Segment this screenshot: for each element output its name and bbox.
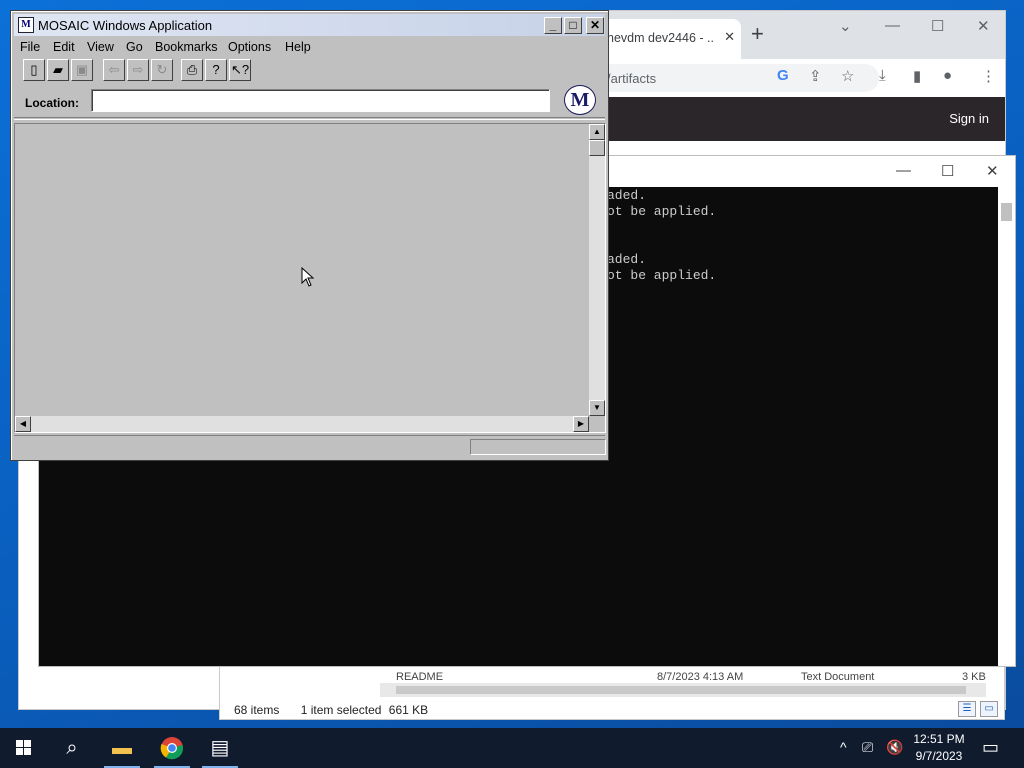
chevron-up-icon[interactable]: ^ xyxy=(840,739,847,755)
chevron-down-icon[interactable]: ⌄ xyxy=(839,17,852,35)
scroll-up-icon[interactable]: ▲ xyxy=(589,124,605,140)
close-icon[interactable]: ✕ xyxy=(724,29,735,45)
minimize-button[interactable]: _ xyxy=(544,17,562,34)
save-icon[interactable]: ▣ xyxy=(71,59,93,81)
console-app-icon[interactable]: ▤ xyxy=(196,728,244,768)
file-type: Text Document xyxy=(801,671,875,683)
maximize-button[interactable]: ☐ xyxy=(941,162,954,180)
date: 9/7/2023 xyxy=(915,749,963,763)
minimize-button[interactable]: — xyxy=(896,162,911,179)
help-icon[interactable]: ? xyxy=(205,59,227,81)
status-panel xyxy=(470,439,606,455)
menu-help[interactable]: Help xyxy=(285,40,311,54)
taskbar: ⌕ ▬ ▤ ^ ⎚ 🔇 12:51 PM 9/7/2023 ▭ xyxy=(0,728,1024,768)
file-date: 8/7/2023 4:13 AM xyxy=(657,671,744,683)
network-icon[interactable]: ⎚ xyxy=(862,739,873,756)
scroll-down-icon[interactable]: ▼ xyxy=(589,400,605,416)
maximize-button[interactable]: ☐ xyxy=(931,17,944,35)
minimize-button[interactable]: — xyxy=(885,17,900,34)
close-button[interactable]: ✕ xyxy=(586,17,604,34)
close-button[interactable]: ✕ xyxy=(977,17,990,35)
print-icon[interactable]: ⎙ xyxy=(181,59,203,81)
new-document-icon[interactable]: ▯ xyxy=(23,59,45,81)
star-icon[interactable]: ☆ xyxy=(841,67,854,85)
address-text: /artifacts xyxy=(607,71,657,86)
forward-arrow-icon[interactable]: ⇨ xyxy=(127,59,149,81)
scroll-thumb[interactable] xyxy=(396,686,966,694)
mosaic-window[interactable]: M MOSAIC Windows Application _ □ ✕ File … xyxy=(10,10,609,461)
window-title: MOSAIC Windows Application xyxy=(38,18,213,33)
menu-icon[interactable]: ⋮ xyxy=(981,67,996,85)
file-size: 3 KB xyxy=(962,671,986,683)
side-panel-icon[interactable]: ▮ xyxy=(913,67,921,85)
menu-options[interactable]: Options xyxy=(228,40,271,54)
menu-view[interactable]: View xyxy=(87,40,114,54)
chrome-tab-title: nevdm dev2446 - ... xyxy=(607,31,715,45)
scroll-thumb[interactable] xyxy=(589,140,605,156)
separator xyxy=(14,117,605,120)
close-button[interactable]: ✕ xyxy=(986,162,999,180)
chrome-tab[interactable]: nevdm dev2446 - ... ✕ xyxy=(599,19,741,59)
location-input[interactable] xyxy=(91,89,550,112)
explorer-window[interactable]: README 8/7/2023 4:13 AM Text Document 3 … xyxy=(219,660,1005,720)
file-name: README xyxy=(396,671,444,683)
vertical-scrollbar[interactable] xyxy=(998,187,1015,666)
reload-icon[interactable]: ↻ xyxy=(151,59,173,81)
menu-bar: File Edit View Go Bookmarks Options Help xyxy=(14,37,605,57)
mosaic-titlebar[interactable]: M MOSAIC Windows Application _ □ ✕ xyxy=(14,14,605,36)
address-bar[interactable]: /artifacts xyxy=(579,64,879,92)
download-icon[interactable]: ⤓ xyxy=(879,67,886,84)
large-icons-view-icon[interactable]: ▭ xyxy=(980,701,998,717)
status-bar xyxy=(14,435,606,457)
profile-icon[interactable]: ● xyxy=(943,67,952,84)
console-line: aded. xyxy=(607,252,647,267)
menu-go[interactable]: Go xyxy=(126,40,143,54)
clock[interactable]: 12:51 PM 9/7/2023 xyxy=(900,731,978,765)
toolbar: ▯ ▰ ▣ ⇦ ⇨ ↻ ⎙ ? ↖? xyxy=(14,58,605,84)
menu-bookmarks[interactable]: Bookmarks xyxy=(155,40,218,54)
menu-file[interactable]: File xyxy=(20,40,40,54)
time: 12:51 PM xyxy=(913,732,965,746)
new-tab-button[interactable]: + xyxy=(751,23,764,45)
desktop: nevdm dev2446 - ... ✕ + ⌄ — ☐ ✕ /artifac… xyxy=(0,0,1024,728)
mosaic-app-icon[interactable]: M xyxy=(18,17,34,33)
location-label: Location: xyxy=(25,96,79,110)
menu-edit[interactable]: Edit xyxy=(53,40,75,54)
scroll-left-icon[interactable]: ◀ xyxy=(15,416,31,432)
console-line: ot be applied. xyxy=(607,204,717,219)
google-icon[interactable]: G xyxy=(777,67,789,84)
details-view-icon[interactable]: ☰ xyxy=(958,701,976,717)
status-bar: 68 items 1 item selected 661 KB xyxy=(234,703,428,717)
start-button[interactable] xyxy=(0,728,48,768)
selection-count: 1 item selected xyxy=(300,703,382,717)
vertical-scrollbar[interactable]: ▲ ▼ xyxy=(589,124,605,416)
chrome-icon[interactable] xyxy=(148,728,196,768)
horizontal-scrollbar[interactable] xyxy=(380,683,986,697)
scroll-right-icon[interactable]: ▶ xyxy=(573,416,589,432)
windows-logo-icon xyxy=(16,740,31,755)
sign-in-link[interactable]: Sign in xyxy=(949,111,989,126)
selection-size: 661 KB xyxy=(388,703,429,717)
scroll-thumb[interactable] xyxy=(1001,203,1012,221)
mosaic-logo-icon: M xyxy=(564,85,596,115)
item-count: 68 items xyxy=(234,703,280,717)
maximize-button[interactable]: □ xyxy=(564,17,582,34)
console-line: aded. xyxy=(607,188,647,203)
share-icon[interactable]: ⇪ xyxy=(809,67,822,85)
mouse-cursor-icon xyxy=(301,267,315,287)
notification-icon[interactable]: ▭ xyxy=(982,737,999,758)
context-help-icon[interactable]: ↖? xyxy=(229,59,251,81)
horizontal-scrollbar[interactable]: ◀ ▶ xyxy=(15,416,589,432)
search-icon[interactable]: ⌕ xyxy=(48,728,96,768)
back-arrow-icon[interactable]: ⇦ xyxy=(103,59,125,81)
console-line: ot be applied. xyxy=(607,268,717,283)
file-explorer-icon[interactable]: ▬ xyxy=(98,728,146,768)
open-folder-icon[interactable]: ▰ xyxy=(47,59,69,81)
